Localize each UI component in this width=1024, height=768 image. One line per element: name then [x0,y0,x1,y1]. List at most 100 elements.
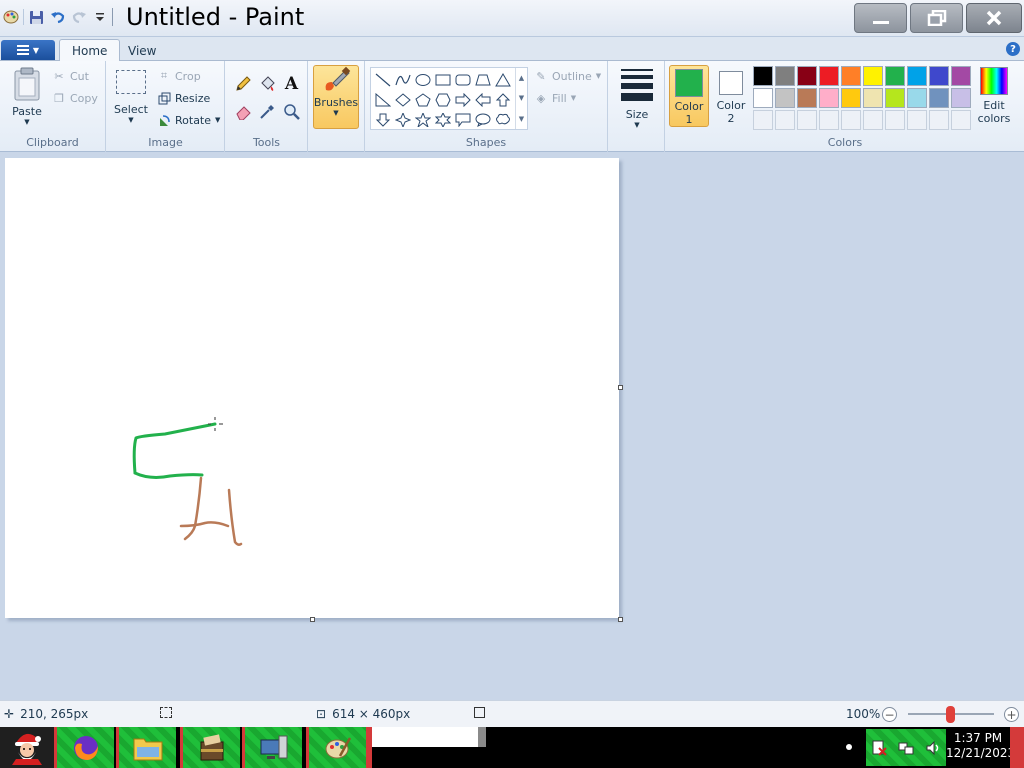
undo-icon[interactable] [49,9,66,26]
copy-button[interactable]: ❐ Copy [52,91,98,105]
custom-palette-slot[interactable] [951,110,971,130]
palette-swatch[interactable] [929,66,949,86]
pentagon-shape-icon[interactable] [413,90,433,110]
tab-home[interactable]: Home [59,39,121,62]
palette-swatch[interactable] [753,66,773,86]
minimize-button[interactable] [854,3,907,33]
cut-button[interactable]: ✂ Cut [52,69,89,83]
palette-swatch[interactable] [951,66,971,86]
rounded-rectangle-shape-icon[interactable] [453,70,473,90]
taskbar-firefox[interactable] [54,727,114,768]
rotate-button[interactable]: Rotate ▼ [157,113,220,127]
shapes-scrollbar[interactable]: ▲ ▼ ▼ [515,68,527,129]
volume-icon[interactable] [925,740,941,756]
palette-swatch[interactable] [863,66,883,86]
network-icon[interactable] [898,740,914,756]
line-shape-icon[interactable] [373,70,393,90]
palette-swatch[interactable] [819,88,839,108]
magnifier-icon[interactable] [281,101,302,122]
oval-shape-icon[interactable] [413,70,433,90]
brushes-button[interactable]: Brushes ▼ [313,65,359,129]
fill-shape-button[interactable]: ◈ Fill ▼ [534,91,576,105]
palette-swatch[interactable] [929,88,949,108]
oval-callout-shape-icon[interactable] [473,110,493,130]
palette-swatch[interactable] [753,88,773,108]
taskbar-computer[interactable] [242,727,302,768]
file-menu-button[interactable]: ▼ [1,40,55,60]
custom-palette-slot[interactable] [797,110,817,130]
text-icon[interactable]: A [281,73,302,94]
close-button[interactable] [966,3,1022,33]
color-picker-icon[interactable] [257,101,278,122]
size-button[interactable]: Size ▼ [619,69,655,129]
edit-colors-button[interactable]: Edit colors [976,67,1012,125]
resize-handle-corner[interactable] [618,617,623,622]
resize-button[interactable]: Resize [157,91,210,105]
right-arrow-shape-icon[interactable] [453,90,473,110]
six-point-star-shape-icon[interactable] [433,110,453,130]
zoom-in-button[interactable]: + [1004,707,1019,722]
diamond-shape-icon[interactable] [393,90,413,110]
tab-view[interactable]: View [116,39,168,62]
four-point-star-shape-icon[interactable] [393,110,413,130]
rect-callout-shape-icon[interactable] [453,110,473,130]
workspace[interactable] [0,152,1024,700]
drawing-canvas[interactable] [5,158,619,618]
palette-swatch[interactable] [819,66,839,86]
custom-palette-slot[interactable] [907,110,927,130]
curve-shape-icon[interactable] [393,70,413,90]
redo-icon[interactable] [70,9,87,26]
start-button[interactable] [0,727,54,768]
left-arrow-shape-icon[interactable] [473,90,493,110]
color2-button[interactable]: Color 2 [711,65,751,127]
help-icon[interactable]: ? [1006,42,1020,56]
resize-handle-right[interactable] [618,385,623,390]
palette-swatch[interactable] [775,88,795,108]
palette-swatch[interactable] [797,88,817,108]
palette-swatch[interactable] [885,88,905,108]
outline-button[interactable]: ✎ Outline ▼ [534,69,601,83]
palette-swatch[interactable] [863,88,883,108]
eraser-icon[interactable] [233,101,254,122]
polygon-shape-icon[interactable] [473,70,493,90]
taskbar-archive[interactable] [180,727,240,768]
paste-button[interactable]: Paste ▼ [8,67,46,126]
palette-swatch[interactable] [885,66,905,86]
palette-swatch[interactable] [775,66,795,86]
scroll-down-icon[interactable]: ▼ [519,94,524,102]
taskbar-paint[interactable] [306,727,366,768]
triangle-shape-icon[interactable] [493,70,513,90]
rectangle-shape-icon[interactable] [433,70,453,90]
scroll-up-icon[interactable]: ▲ [519,74,524,82]
custom-palette-slot[interactable] [841,110,861,130]
zoom-out-button[interactable]: − [882,707,897,722]
show-desktop-button[interactable] [1010,727,1024,768]
palette-swatch[interactable] [907,88,927,108]
down-arrow-shape-icon[interactable] [373,110,393,130]
custom-palette-slot[interactable] [819,110,839,130]
cloud-callout-shape-icon[interactable] [493,110,513,130]
palette-swatch[interactable] [797,66,817,86]
fill-icon[interactable] [257,73,278,94]
up-arrow-shape-icon[interactable] [493,90,513,110]
taskbar-clock[interactable]: 1:37 PM 12/21/2023 [946,731,1015,761]
hexagon-shape-icon[interactable] [433,90,453,110]
resize-handle-bottom[interactable] [310,617,315,622]
five-point-star-shape-icon[interactable] [413,110,433,130]
select-button[interactable]: Select ▼ [113,70,149,124]
right-triangle-shape-icon[interactable] [373,90,393,110]
palette-swatch[interactable] [951,88,971,108]
palette-swatch[interactable] [841,88,861,108]
custom-palette-slot[interactable] [929,110,949,130]
custom-palette-slot[interactable] [775,110,795,130]
custom-palette-slot[interactable] [885,110,905,130]
pencil-icon[interactable] [233,73,254,94]
restore-button[interactable] [910,3,963,33]
color1-button[interactable]: Color 1 [669,65,709,127]
shapes-gallery[interactable]: ▲ ▼ ▼ [370,67,528,130]
palette-swatch[interactable] [907,66,927,86]
save-icon[interactable] [28,9,45,26]
taskbar-file-explorer[interactable] [116,727,176,768]
custom-palette-slot[interactable] [753,110,773,130]
expand-gallery-icon[interactable]: ▼ [519,115,524,123]
